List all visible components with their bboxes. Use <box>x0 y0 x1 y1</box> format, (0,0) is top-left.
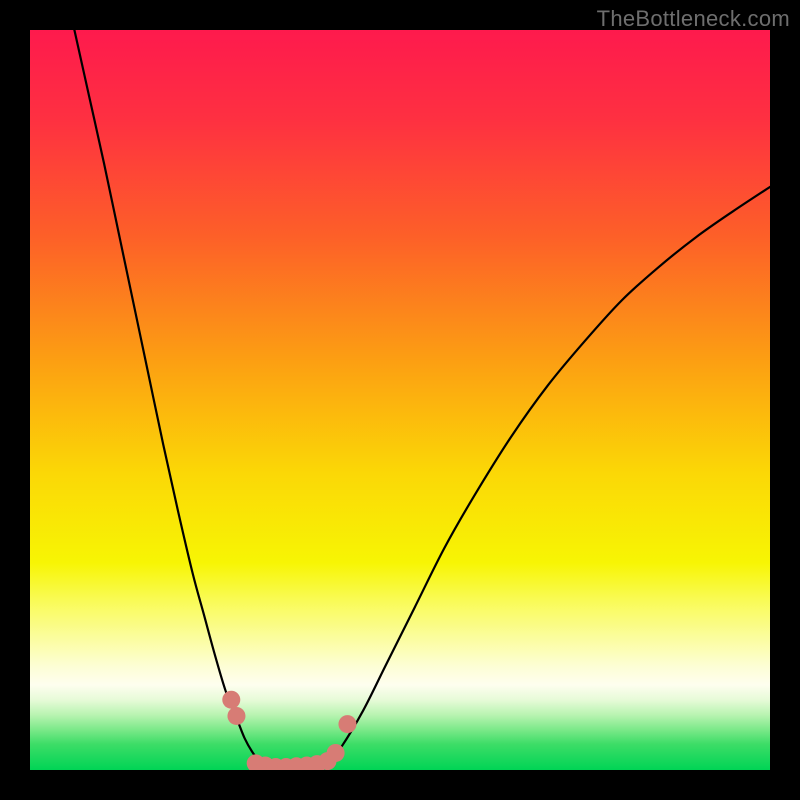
marker-dot <box>227 707 245 725</box>
marker-dot <box>222 691 240 709</box>
marker-dot <box>327 744 345 762</box>
chart-svg <box>30 30 770 770</box>
marker-dot <box>338 715 356 733</box>
watermark-text: TheBottleneck.com <box>597 6 790 32</box>
chart-frame: TheBottleneck.com <box>0 0 800 800</box>
plot-area <box>30 30 770 770</box>
gradient-background <box>30 30 770 770</box>
